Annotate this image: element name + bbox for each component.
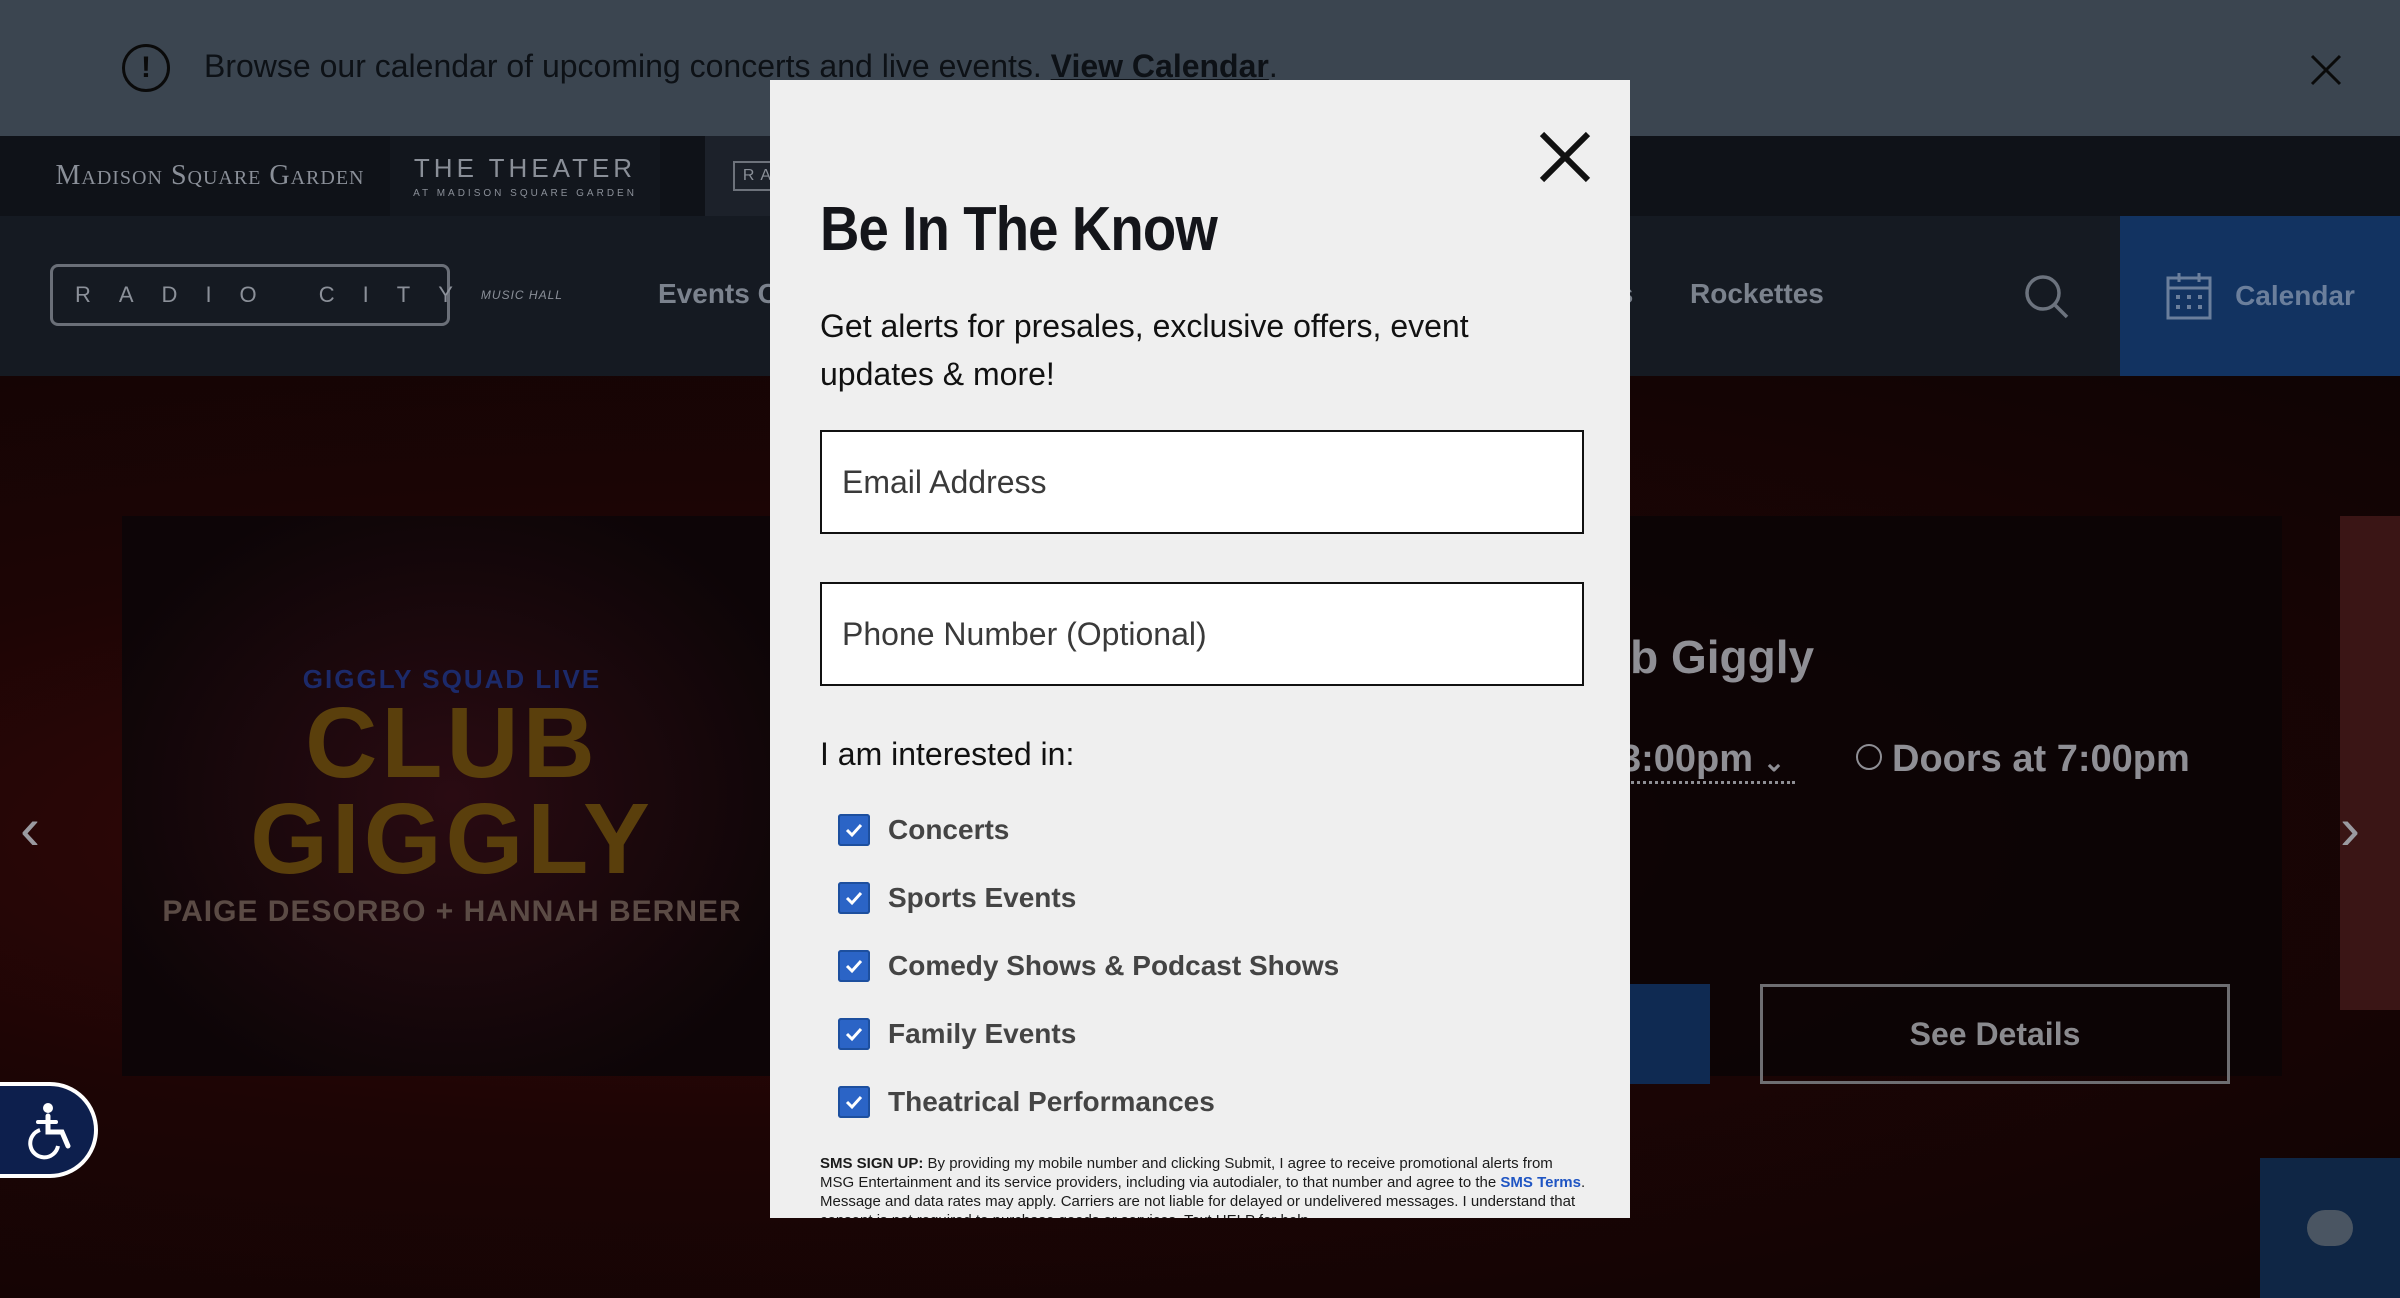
interest-option-label: Concerts bbox=[888, 814, 1010, 845]
interest-option-label: Theatrical Performances bbox=[888, 1086, 1215, 1117]
interest-option-label: Family Events bbox=[888, 1018, 1077, 1049]
interest-option-concerts[interactable]: Concerts bbox=[838, 810, 1009, 850]
checkbox-checked[interactable] bbox=[838, 814, 870, 846]
sms-text-part-1: By providing my mobile number and clicki… bbox=[820, 1155, 1553, 1191]
interest-option-sports[interactable]: Sports Events bbox=[838, 878, 1076, 918]
email-field[interactable] bbox=[820, 430, 1584, 534]
close-icon[interactable] bbox=[1532, 124, 1598, 190]
interest-option-comedy[interactable]: Comedy Shows & Podcast Shows bbox=[838, 946, 1339, 986]
interest-option-family[interactable]: Family Events bbox=[838, 1014, 1076, 1054]
interest-option-label: Sports Events bbox=[888, 882, 1077, 913]
interest-option-theatrical[interactable]: Theatrical Performances bbox=[838, 1082, 1215, 1122]
signup-modal: Be In The Know Get alerts for presales, … bbox=[770, 80, 1630, 1218]
checkmark-icon bbox=[845, 1095, 863, 1110]
checkmark-icon bbox=[845, 823, 863, 838]
checkbox-checked[interactable] bbox=[838, 1018, 870, 1050]
modal-description: Get alerts for presales, exclusive offer… bbox=[820, 308, 1469, 392]
sms-terms-link[interactable]: SMS Terms bbox=[1500, 1174, 1581, 1191]
phone-field[interactable] bbox=[820, 582, 1584, 686]
interest-label: I am interested in: bbox=[820, 736, 1075, 772]
sms-heading: SMS SIGN UP: bbox=[820, 1155, 924, 1172]
modal-title: Be In The Know bbox=[820, 195, 1218, 264]
checkbox-checked[interactable] bbox=[838, 950, 870, 982]
checkmark-icon bbox=[845, 959, 863, 974]
sms-disclaimer: SMS SIGN UP: By providing my mobile numb… bbox=[820, 1154, 1590, 1218]
checkbox-checked[interactable] bbox=[838, 1086, 870, 1118]
checkmark-icon bbox=[845, 891, 863, 906]
interest-option-label: Comedy Shows & Podcast Shows bbox=[888, 950, 1340, 981]
checkmark-icon bbox=[845, 1027, 863, 1042]
checkbox-checked[interactable] bbox=[838, 882, 870, 914]
